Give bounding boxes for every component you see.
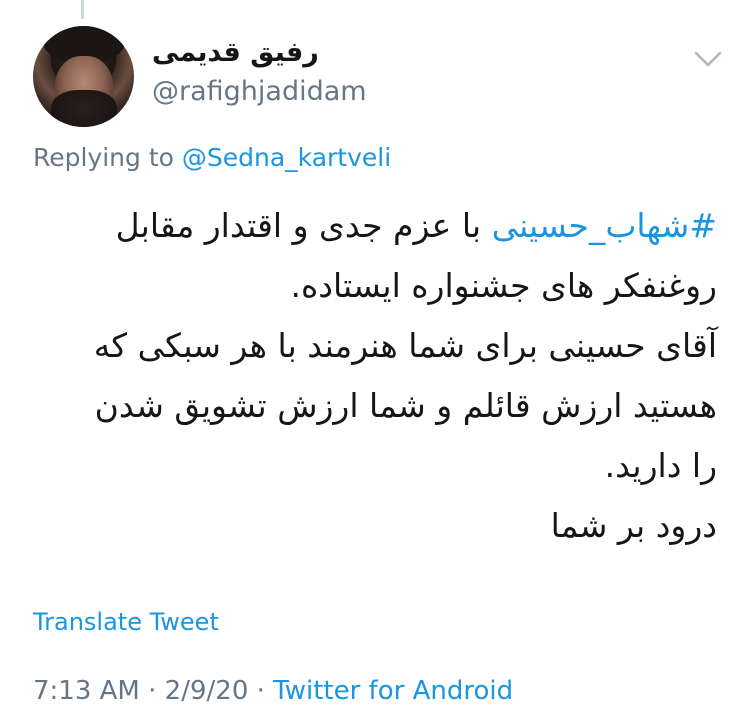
tweet-line-3: آقای حسینی برای شما هنرمند با هر سبکی که xyxy=(93,326,717,365)
tweet-line-1: #شهاب_حسینی با عزم جدی و اقتدار مقابل xyxy=(20,196,717,256)
user-info: رفیق قدیمی @rafighjadidam xyxy=(152,36,367,110)
tweet-time[interactable]: 7:13 AM xyxy=(33,676,140,706)
avatar[interactable] xyxy=(33,26,134,127)
thread-connector-line xyxy=(81,0,84,19)
hashtag-link[interactable]: #شهاب_حسینی xyxy=(492,206,717,245)
tweet-line-6: درود بر شما xyxy=(550,506,717,545)
tweet-line-4: هستید ارزش قائلم و شما ارزش تشویق شدن xyxy=(94,386,717,425)
meta-separator: · xyxy=(139,676,165,706)
tweet-line-2: روغنفکر های جشنواره ایستاده. xyxy=(290,266,718,305)
tweet-line-5: را دارید. xyxy=(604,446,717,485)
replying-prefix: Replying to xyxy=(33,143,182,172)
tweet-text: #شهاب_حسینی با عزم جدی و اقتدار مقابل رو… xyxy=(20,196,717,556)
tweet-line-1-text: با عزم جدی و اقتدار مقابل xyxy=(115,206,492,245)
meta-separator: · xyxy=(248,676,274,706)
tweet-source-link[interactable]: Twitter for Android xyxy=(273,676,513,706)
display-name[interactable]: رفیق قدیمی xyxy=(152,36,367,70)
reply-mention-link[interactable]: @Sedna_kartveli xyxy=(182,143,391,172)
chevron-down-icon[interactable] xyxy=(693,48,723,70)
replying-to: Replying to @Sedna_kartveli xyxy=(33,143,391,172)
tweet-date[interactable]: 2/9/20 xyxy=(165,676,249,706)
translate-tweet-link[interactable]: Translate Tweet xyxy=(33,608,219,636)
avatar-beard xyxy=(51,90,117,127)
tweet-meta: 7:13 AM · 2/9/20 · Twitter for Android xyxy=(33,676,513,706)
user-handle[interactable]: @rafighjadidam xyxy=(152,74,367,110)
